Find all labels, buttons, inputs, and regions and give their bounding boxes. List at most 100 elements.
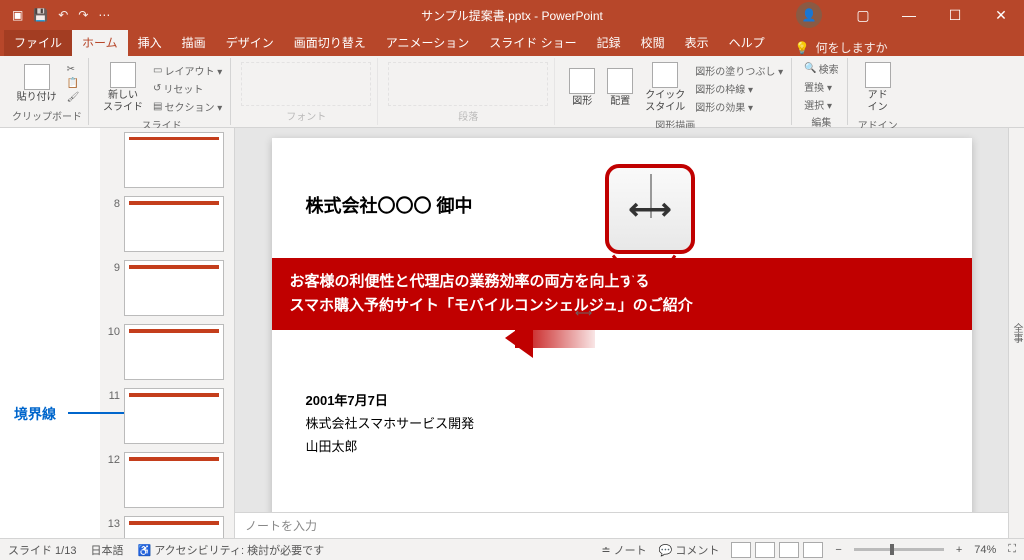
paste-label: 貼り付け	[17, 92, 57, 104]
right-rail[interactable]: 全事	[1008, 128, 1024, 538]
tab-view[interactable]: 表示	[675, 29, 719, 56]
addins-button[interactable]: アド イン	[861, 60, 895, 116]
thumbnail-8[interactable]	[124, 196, 224, 252]
font-group-label: フォント	[286, 107, 326, 123]
paragraph-controls[interactable]	[388, 62, 548, 106]
layout-button[interactable]: ▭ レイアウト ▾	[151, 62, 224, 79]
view-normal[interactable]	[731, 542, 751, 558]
thumbnail-10[interactable]	[124, 324, 224, 380]
callout-resize-cursor: ⟷	[605, 164, 695, 254]
qat-more[interactable]: ⋯	[98, 8, 110, 22]
reset-button[interactable]: ↺ リセット	[151, 80, 224, 97]
minimize-button[interactable]: —	[886, 0, 932, 30]
qat-redo[interactable]: ↷	[78, 8, 88, 22]
tab-review[interactable]: 校閲	[631, 29, 675, 56]
close-button[interactable]: ✕	[978, 0, 1024, 30]
ribbon-display-options[interactable]: ▢	[840, 0, 886, 30]
view-buttons	[731, 542, 823, 558]
tab-draw[interactable]: 描画	[172, 29, 216, 56]
annotation-boundary-label: 境界線	[14, 404, 56, 424]
tab-transitions[interactable]: 画面切り替え	[284, 29, 376, 56]
titlebar-left: ▣ 💾 ↶ ↷ ⋯	[0, 8, 110, 22]
format-painter-button[interactable]: 🖌	[65, 91, 82, 104]
qat-save[interactable]: 💾	[33, 8, 48, 22]
thumbnail-9[interactable]	[124, 260, 224, 316]
tell-me-search[interactable]: 💡 何をしますか	[795, 39, 888, 56]
lightbulb-icon: 💡	[795, 41, 810, 55]
tab-help[interactable]: ヘルプ	[719, 29, 775, 56]
shape-fill-button[interactable]: 図形の塗りつぶし ▾	[693, 62, 785, 79]
paste-button[interactable]: 貼り付け	[13, 62, 61, 106]
thumb-row[interactable]: 10	[102, 324, 232, 380]
maximize-button[interactable]: ☐	[932, 0, 978, 30]
slide-band-line2: スマホ購入予約サイト「モバイルコンシェルジュ」のご紹介	[290, 294, 954, 318]
select-button[interactable]: 選択 ▾	[802, 96, 840, 113]
status-accessibility[interactable]: ♿ アクセシビリティ: 検討が必要です	[137, 542, 324, 558]
font-controls[interactable]	[241, 62, 371, 106]
status-slide-count[interactable]: スライド 1/13	[8, 542, 76, 558]
app-icon: ▣	[12, 8, 23, 22]
slide-author[interactable]: 山田太郎	[306, 436, 938, 455]
status-notes-toggle[interactable]: ≐ ノート	[601, 542, 646, 558]
tab-record[interactable]: 記録	[587, 29, 631, 56]
zoom-percent[interactable]: 74%	[974, 544, 996, 556]
thumb-row[interactable]: 12	[102, 452, 232, 508]
zoom-in[interactable]: +	[956, 544, 962, 556]
thumb-row[interactable]: 9	[102, 260, 232, 316]
user-avatar[interactable]: 👤	[796, 2, 822, 28]
shapes-button[interactable]: 図形	[565, 66, 599, 110]
thumb-row[interactable]: 11	[102, 388, 232, 444]
zoom-out[interactable]: −	[835, 544, 841, 556]
cut-button[interactable]: ✂	[65, 63, 82, 76]
thumb-row[interactable]: 13	[102, 516, 232, 538]
statusbar: スライド 1/13 日本語 ♿ アクセシビリティ: 検討が必要です ≐ ノート …	[0, 538, 1024, 560]
quick-styles-button[interactable]: クイック スタイル	[641, 60, 689, 116]
arrange-icon	[607, 68, 633, 94]
view-sorter[interactable]	[755, 542, 775, 558]
tab-home[interactable]: ホーム	[72, 29, 128, 56]
addins-icon	[865, 62, 891, 88]
zoom-slider[interactable]	[854, 548, 944, 551]
ribbon-group-paragraph: 段落	[382, 58, 555, 125]
view-reading[interactable]	[779, 542, 799, 558]
tab-slideshow[interactable]: スライド ショー	[479, 29, 586, 56]
view-slideshow[interactable]	[803, 542, 823, 558]
thumb-row[interactable]	[102, 132, 232, 188]
paste-icon	[24, 64, 50, 90]
arrange-button[interactable]: 配置	[603, 66, 637, 110]
tab-insert[interactable]: 挿入	[128, 29, 172, 56]
ribbon-group-editing: 🔍 検索 置換 ▾ 選択 ▾ 編集	[796, 58, 847, 125]
slide-date[interactable]: 2001年7月7日	[306, 390, 938, 409]
slide-thumbnails-pane[interactable]: 8 9 10 11 12 13	[100, 128, 235, 538]
tab-file[interactable]: ファイル	[4, 29, 72, 56]
replace-button[interactable]: 置換 ▾	[802, 78, 840, 95]
quick-access-toolbar: 💾 ↶ ↷ ⋯	[33, 8, 110, 22]
thumbnail-12[interactable]	[124, 452, 224, 508]
notes-pane[interactable]: ノートを入力	[235, 512, 1008, 538]
annotation-margin: 境界線	[0, 128, 100, 538]
copy-button[interactable]: 📋	[65, 77, 82, 90]
slide-band-line1: お客様の利便性と代理店の業務効率の両方を向上する	[290, 270, 954, 294]
tab-design[interactable]: デザイン	[216, 29, 284, 56]
titlebar: ▣ 💾 ↶ ↷ ⋯ サンプル提案書.pptx - PowerPoint 👤 ▢ …	[0, 0, 1024, 30]
shape-outline-button[interactable]: 図形の枠線 ▾	[693, 80, 785, 97]
status-comments-toggle[interactable]: 💬 コメント	[659, 542, 720, 558]
thumbnail[interactable]	[124, 132, 224, 188]
slide-org[interactable]: 株式会社スマホサービス開発	[306, 413, 938, 432]
thumb-row[interactable]: 8	[102, 196, 232, 252]
new-slide-button[interactable]: 新しい スライド	[99, 60, 147, 116]
tab-animations[interactable]: アニメーション	[376, 29, 480, 56]
section-button[interactable]: ▤ セクション ▾	[151, 98, 224, 115]
statusbar-right: ≐ ノート 💬 コメント − + 74% ⛶	[601, 542, 1016, 558]
thumbnail-11[interactable]	[124, 388, 224, 444]
shape-effects-button[interactable]: 図形の効果 ▾	[693, 98, 785, 115]
ribbon: 貼り付け ✂ 📋 🖌 クリップボード 新しい スライド ▭ レイアウト ▾ ↺ …	[0, 56, 1024, 128]
slide-canvas-area: ⟷ ⟷ 株式会社〇〇〇 御中 お客様の利便性と代理店の業務効率の両方を向上する …	[235, 128, 1008, 538]
find-button[interactable]: 🔍 検索	[802, 60, 840, 77]
thumbnail-13[interactable]	[124, 516, 224, 538]
fit-to-window[interactable]: ⛶	[1008, 543, 1016, 556]
tell-me-text: 何をしますか	[816, 39, 888, 56]
status-language[interactable]: 日本語	[90, 542, 123, 558]
qat-undo[interactable]: ↶	[58, 8, 68, 22]
window-title: サンプル提案書.pptx - PowerPoint	[421, 7, 603, 24]
